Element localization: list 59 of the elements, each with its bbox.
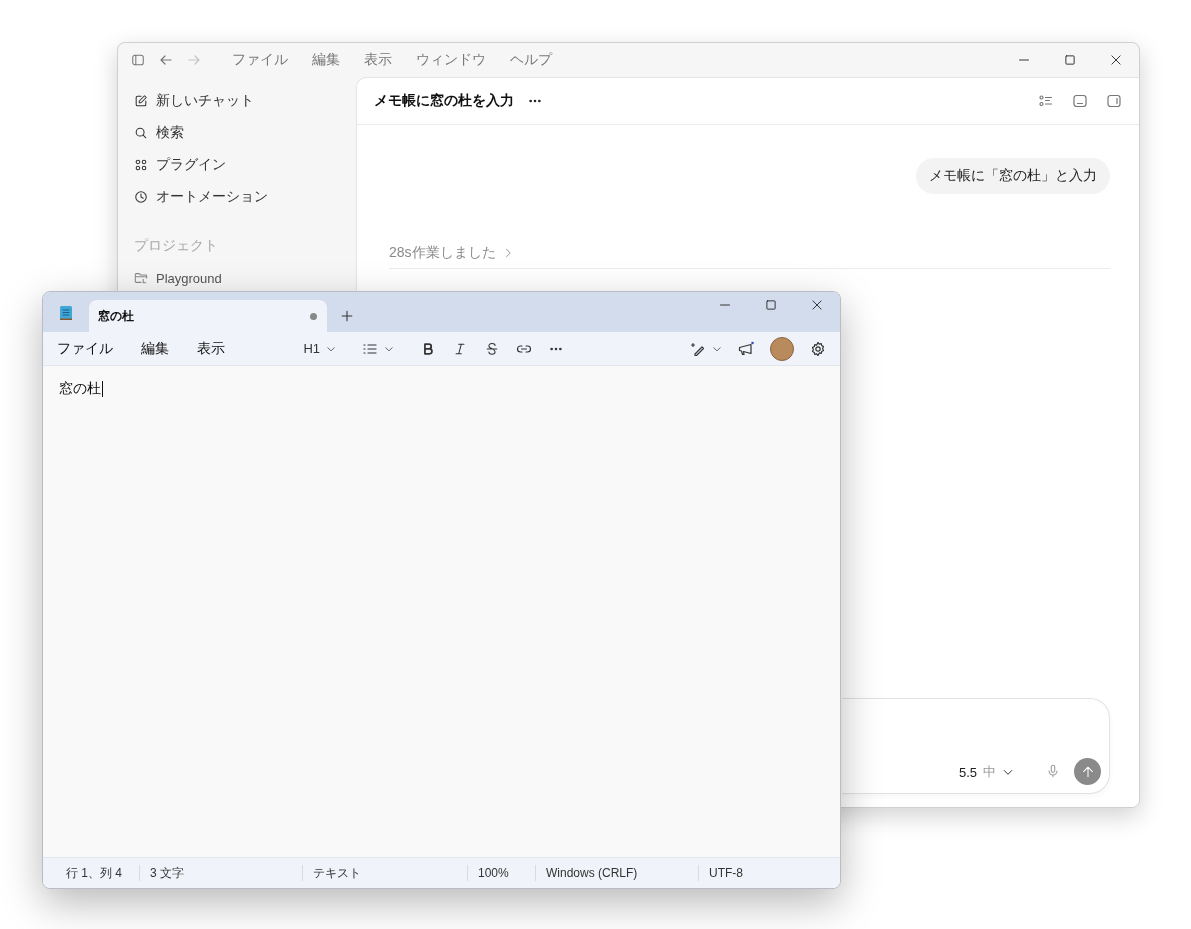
arrow-up-icon [1080, 764, 1095, 779]
send-button[interactable] [1074, 758, 1101, 785]
work-summary[interactable]: 28s作業しました [389, 244, 514, 262]
bold-icon[interactable] [421, 341, 435, 356]
maximize-icon[interactable] [765, 299, 777, 311]
bottom-panel-icon[interactable] [1072, 93, 1088, 109]
sidebar-item-label: 新しいチャット [156, 92, 254, 110]
thread-title: メモ帳に窓の杜を入力 [374, 92, 514, 110]
sidebar-item[interactable]: オートメーション [126, 181, 348, 213]
document-tab[interactable]: 窓の杜 [89, 300, 327, 332]
grid-icon [134, 158, 148, 172]
sidebar-item[interactable]: 検索 [126, 117, 348, 149]
menu-item[interactable]: ヘルプ [498, 47, 564, 73]
menu-item[interactable]: 編集 [133, 335, 177, 362]
section-title: プロジェクト [133, 236, 219, 255]
plus-icon[interactable] [340, 309, 354, 323]
status-item: 3 文字 [139, 865, 302, 881]
notepad-icon [58, 303, 74, 321]
menu-item[interactable]: ファイル [49, 335, 121, 362]
megaphone-icon[interactable] [737, 340, 755, 357]
text-caret [102, 381, 103, 397]
message-bubble: メモ帳に「窓の杜」と入力 [916, 158, 1110, 194]
document-text: 窓の杜 [59, 380, 101, 398]
sidebar-item[interactable]: 新しいチャット [126, 85, 348, 117]
maximize-icon[interactable] [1064, 54, 1076, 66]
sparkle-pen-icon [690, 340, 706, 357]
menu-item[interactable]: 表示 [189, 335, 233, 362]
composer[interactable]: 5.5 中 [842, 698, 1110, 794]
menu-item[interactable]: ファイル [220, 47, 300, 73]
sidebar-item[interactable]: プラグイン [126, 149, 348, 181]
menu-item[interactable]: 表示 [352, 47, 404, 73]
italic-icon[interactable] [453, 341, 467, 356]
sidebar-toggle-icon[interactable] [131, 53, 145, 67]
avatar[interactable] [770, 336, 794, 361]
clock-icon [134, 190, 148, 204]
sidebar-item-label: プラグイン [156, 156, 226, 174]
microphone-icon[interactable] [1046, 764, 1060, 778]
sidebar-item-label: オートメーション [156, 188, 268, 206]
status-item: UTF-8 [698, 865, 840, 881]
project-item[interactable]: Playground [126, 261, 348, 295]
model-selector[interactable]: 5.5 中 [954, 759, 1018, 785]
folder-icon [134, 271, 148, 285]
heading-dropdown[interactable]: H1 [299, 334, 340, 363]
strikethrough-icon[interactable] [485, 341, 499, 356]
menu-item[interactable]: ウィンドウ [404, 47, 498, 73]
project-label: Playground [156, 270, 222, 286]
status-item: 行 1、列 4 [65, 865, 123, 881]
list-icon[interactable] [1038, 93, 1054, 109]
compose-icon [134, 94, 148, 108]
search-icon [134, 126, 148, 140]
menu-item[interactable]: 編集 [300, 47, 352, 73]
sidebar-item-label: 検索 [156, 124, 184, 142]
status-item: Windows (CRLF) [535, 865, 698, 881]
status-item: 100% [467, 865, 535, 881]
settings-icon[interactable] [810, 340, 826, 357]
close-icon[interactable] [1110, 54, 1122, 66]
close-icon[interactable] [811, 299, 823, 311]
status-item: テキスト [302, 865, 467, 881]
side-panel-icon[interactable] [1106, 93, 1122, 109]
